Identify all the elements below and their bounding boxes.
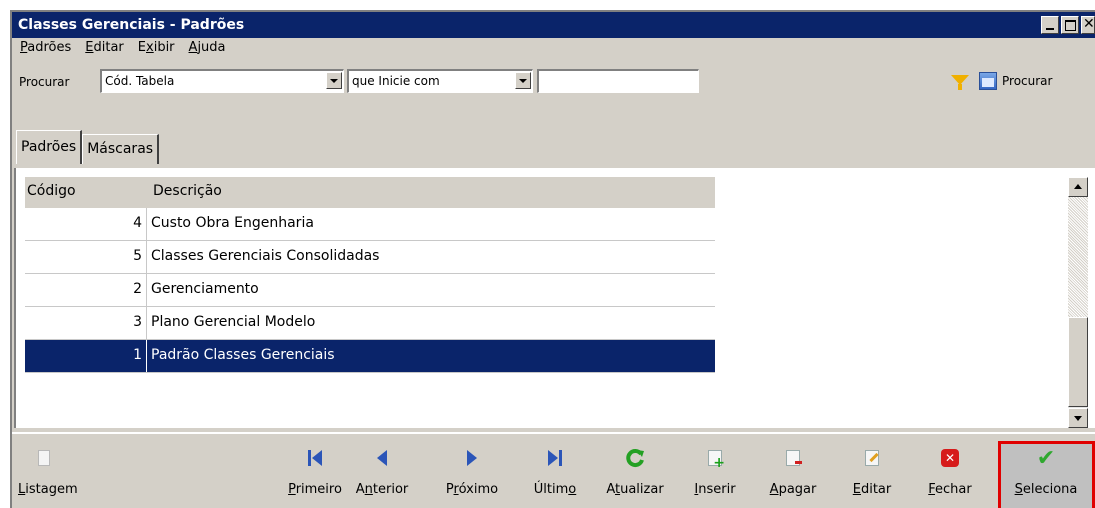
menu-padroes[interactable]: Padrões xyxy=(20,40,71,62)
cell-descricao: Padrão Classes Gerenciais xyxy=(151,347,335,363)
scroll-thumb[interactable] xyxy=(1068,317,1088,407)
refresh-icon xyxy=(626,449,644,468)
ultimo-label: Último xyxy=(533,482,577,497)
cell-descricao: Custo Obra Engenharia xyxy=(151,215,314,231)
search-field-value: Cód. Tabela xyxy=(105,74,175,88)
title-bar: Classes Gerenciais - Padrões ✕ xyxy=(12,12,1095,38)
delete-icon xyxy=(786,450,802,466)
search-field-select[interactable]: Cód. Tabela xyxy=(100,69,344,93)
close-window-button[interactable]: ✕ xyxy=(1081,16,1095,34)
table-row[interactable]: 5 Classes Gerenciais Consolidadas xyxy=(25,241,715,274)
primeiro-label: Primeiro xyxy=(288,482,342,497)
apagar-label: Apagar xyxy=(769,482,817,497)
search-window-icon xyxy=(979,72,997,90)
vertical-scrollbar[interactable] xyxy=(1068,177,1088,428)
seleciona-button[interactable]: ✔ Seleciona xyxy=(1006,445,1086,498)
last-record-icon xyxy=(548,450,562,466)
tab-list: Padrões Máscaras xyxy=(16,130,160,166)
scroll-down-button[interactable] xyxy=(1068,408,1088,428)
cell-descricao: Classes Gerenciais Consolidadas xyxy=(151,248,380,264)
maximize-button[interactable] xyxy=(1061,16,1079,34)
check-icon: ✔ xyxy=(1036,445,1056,471)
inserir-label: Inserir xyxy=(694,482,736,497)
cell-codigo: 5 xyxy=(25,241,147,273)
previous-record-icon xyxy=(377,450,387,466)
minimize-button[interactable] xyxy=(1041,16,1059,34)
search-input[interactable] xyxy=(537,69,699,93)
proximo-button[interactable]: Próximo xyxy=(442,446,502,497)
scroll-track[interactable] xyxy=(1068,197,1088,317)
primeiro-button[interactable]: Primeiro xyxy=(284,446,346,497)
fechar-button[interactable]: ✕ Fechar xyxy=(924,446,976,497)
listagem-button[interactable]: Listagem xyxy=(18,446,78,497)
first-record-icon xyxy=(308,450,322,466)
document-icon xyxy=(38,450,50,466)
cell-codigo: 4 xyxy=(25,208,147,240)
editar-label: Editar xyxy=(852,482,892,497)
atualizar-button[interactable]: Atualizar xyxy=(600,446,670,497)
close-icon: ✕ xyxy=(941,449,959,467)
main-window: Classes Gerenciais - Padrões ✕ Padrões E… xyxy=(10,10,1095,508)
menu-exibir[interactable]: Exibir xyxy=(138,40,175,62)
grid-header: Código Descrição xyxy=(25,177,715,208)
menu-bar: Padrões Editar Exibir Ajuda xyxy=(12,40,226,62)
menu-ajuda[interactable]: Ajuda xyxy=(189,40,226,62)
window-controls: ✕ xyxy=(1041,16,1095,34)
column-header-descricao[interactable]: Descrição xyxy=(147,177,222,208)
search-button[interactable]: Procurar xyxy=(979,72,1052,90)
table-row-selected[interactable]: 1 Padrão Classes Gerenciais xyxy=(25,340,715,373)
table-row[interactable]: 3 Plano Gerencial Modelo xyxy=(25,307,715,340)
column-header-codigo[interactable]: Código xyxy=(25,177,147,208)
tab-mascaras[interactable]: Máscaras xyxy=(82,134,160,164)
search-operator-value: que Inicie com xyxy=(352,74,440,88)
insert-icon xyxy=(708,450,725,471)
edit-icon xyxy=(865,450,879,466)
chevron-down-icon[interactable] xyxy=(515,72,531,89)
cell-codigo: 2 xyxy=(25,274,147,306)
close-icon: ✕ xyxy=(1083,16,1095,32)
tab-padroes[interactable]: Padrões xyxy=(16,130,83,164)
listagem-label: Listagem xyxy=(18,482,78,497)
scroll-up-button[interactable] xyxy=(1068,177,1088,197)
table-row[interactable]: 2 Gerenciamento xyxy=(25,274,715,307)
search-label: Procurar xyxy=(19,75,70,89)
bottom-toolbar: Listagem Primeiro Anterior Próximo Últim… xyxy=(12,432,1095,508)
data-grid: Código Descrição 4 Custo Obra Engenharia… xyxy=(25,177,715,373)
menu-editar[interactable]: Editar xyxy=(85,40,124,62)
search-bar: Procurar Cód. Tabela que Inicie com Proc… xyxy=(12,66,1095,96)
atualizar-label: Atualizar xyxy=(606,482,664,497)
ultimo-button[interactable]: Último xyxy=(530,446,580,497)
search-operator-select[interactable]: que Inicie com xyxy=(347,69,533,93)
search-button-label: Procurar xyxy=(1002,74,1053,88)
filter-icon[interactable] xyxy=(951,75,969,90)
inserir-button[interactable]: Inserir xyxy=(688,446,742,497)
cell-codigo: 1 xyxy=(25,340,147,372)
proximo-label: Próximo xyxy=(445,482,499,497)
apagar-button[interactable]: Apagar xyxy=(764,446,822,497)
cell-descricao: Gerenciamento xyxy=(151,281,259,297)
seleciona-label: Seleciona xyxy=(1014,482,1078,497)
table-row[interactable]: 4 Custo Obra Engenharia xyxy=(25,208,715,241)
cell-codigo: 3 xyxy=(25,307,147,339)
next-record-icon xyxy=(467,450,477,466)
chevron-down-icon[interactable] xyxy=(326,72,342,89)
fechar-label: Fechar xyxy=(928,482,972,497)
editar-button[interactable]: Editar xyxy=(848,446,896,497)
tab-strip xyxy=(14,126,1095,168)
anterior-button[interactable]: Anterior xyxy=(352,446,412,497)
cell-descricao: Plano Gerencial Modelo xyxy=(151,314,316,330)
window-title: Classes Gerenciais - Padrões xyxy=(18,17,245,33)
anterior-label: Anterior xyxy=(355,482,409,497)
